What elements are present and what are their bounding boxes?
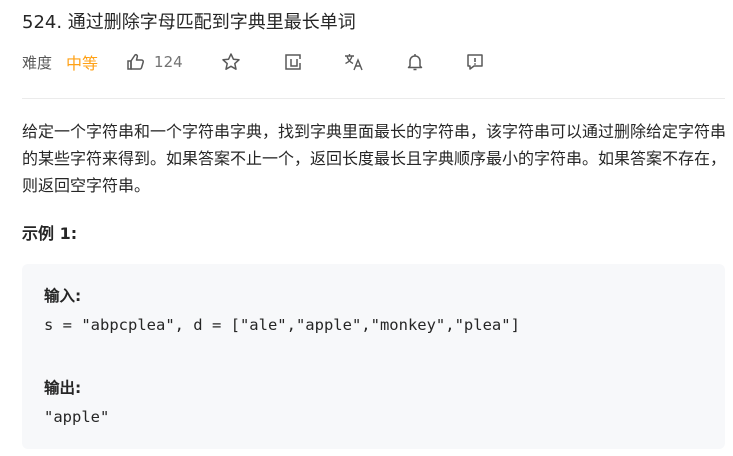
difficulty-label: 难度 [22, 53, 53, 72]
share-icon [283, 52, 303, 72]
input-value: s = "abpcplea", d = ["ale","apple","monk… [44, 316, 520, 334]
feedback-icon [465, 52, 485, 72]
favorite-button[interactable] [221, 52, 241, 72]
translate-icon [343, 52, 365, 72]
translate-button[interactable] [343, 52, 365, 72]
header-divider [22, 98, 725, 99]
output-label: 输出: [44, 379, 82, 397]
thumbs-up-icon [126, 52, 146, 72]
like-button[interactable]: 124 [126, 52, 183, 72]
output-value: "apple" [44, 408, 110, 426]
problem-description: 给定一个字符串和一个字符串字典，找到字典里面最长的字符串，该字符串可以通过删除给… [22, 122, 727, 195]
like-count: 124 [154, 53, 183, 71]
bell-icon [405, 52, 425, 72]
example-title: 示例 1: [22, 224, 78, 243]
notify-button[interactable] [405, 52, 425, 72]
problem-title: 524. 通过删除字母匹配到字典里最长单词 [22, 12, 356, 33]
problem-toolbar: 难度 中等 124 [22, 50, 485, 74]
share-button[interactable] [283, 52, 303, 72]
example-code-block: 输入: s = "abpcplea", d = ["ale","apple","… [22, 264, 725, 449]
difficulty-badge: 中等 [66, 54, 99, 73]
problem-page: 524. 通过删除字母匹配到字典里最长单词 难度 中等 124 给定一个字符串和… [0, 0, 733, 456]
star-icon [221, 52, 241, 72]
feedback-button[interactable] [465, 52, 485, 72]
input-label: 输入: [44, 287, 82, 305]
